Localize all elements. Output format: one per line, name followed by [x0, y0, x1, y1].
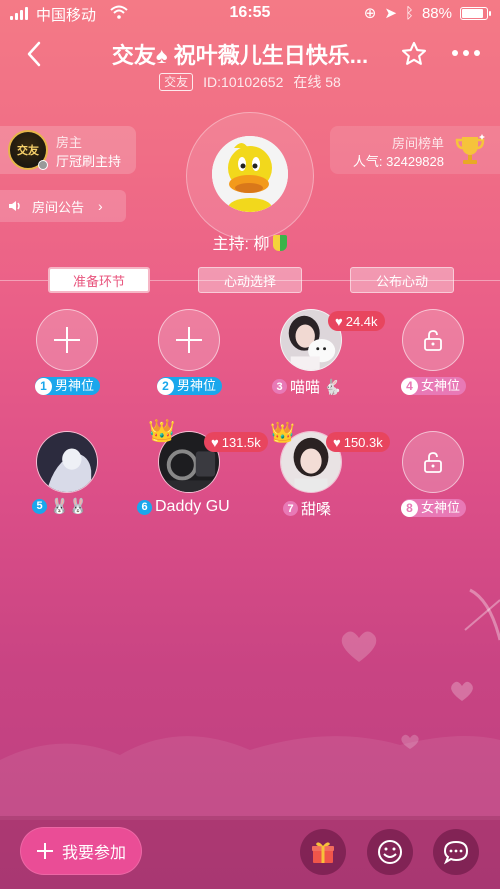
anime-avatar-image [37, 432, 97, 492]
seat-3-name: 喵喵 [290, 379, 321, 396]
notice-label: 房间公告 [32, 199, 85, 215]
room-info: 交友 ID:10102652 在线 58 [0, 72, 500, 92]
chat-bubble-icon [443, 840, 469, 865]
emoji-button[interactable] [367, 829, 413, 875]
room-id: ID:10102652 [203, 74, 284, 90]
join-button[interactable]: 我要参加 [20, 827, 142, 875]
unlock-icon [424, 452, 442, 473]
tab-reveal[interactable]: 公布心动 [350, 267, 454, 293]
trophy-icon[interactable] [452, 132, 488, 168]
seat-6-hearts: 131.5k [221, 434, 261, 450]
seat-8-pill: 8 女神位 [401, 499, 467, 517]
status-bar: 中国移动 16:55 ⊕ ➤ ᛒ 88% [0, 0, 500, 28]
back-icon[interactable] [24, 40, 46, 68]
seat-8-locked[interactable] [402, 431, 464, 493]
heart-icon: ♥ [333, 434, 341, 450]
background-decoration [0, 588, 500, 820]
seat-8-number: 8 [401, 499, 418, 517]
location-icon: ➤ [384, 5, 397, 22]
seat-5-number: 5 [32, 498, 47, 514]
duck-avatar-image [212, 136, 288, 212]
owner-role: 房主 [56, 135, 83, 150]
seat-4-locked[interactable] [402, 309, 464, 371]
crown-icon: 👑 [148, 418, 176, 443]
seat-3-hearts: 24.4k [345, 313, 378, 329]
battery-icon [460, 6, 491, 20]
heart-icon: ♥ [335, 313, 343, 329]
host-name: 主持: 柳 [212, 236, 270, 253]
seat-3-label: 3 喵喵 🐇 [272, 376, 342, 397]
owner-status-dot [38, 160, 48, 170]
owner-badge-text: 交友 [17, 145, 39, 157]
rabbit-icon: 🐇 [323, 378, 342, 396]
seat-4-role: 女神位 [421, 378, 461, 393]
seat-2-pill: 2 男神位 [157, 377, 223, 395]
seat-6-name: Daddy GU [155, 498, 230, 515]
tab-heart-choice[interactable]: 心动选择 [198, 267, 302, 293]
seat-7-label: 7 甜嗓 [283, 498, 331, 519]
bunny-emoji-icon: 🐰🐰 [50, 498, 88, 515]
seat-4-pill: 4 女神位 [401, 377, 467, 395]
rotation-lock-icon: ⊕ [363, 5, 377, 22]
ranking-label: 房间榜单 [391, 136, 444, 151]
seat-3-number: 3 [272, 379, 287, 394]
seat-2-role: 男神位 [177, 378, 217, 393]
host-avatar[interactable] [212, 136, 288, 212]
seat-7-name: 甜嗓 [301, 501, 332, 518]
gift-button[interactable] [300, 829, 346, 875]
favorite-star-icon[interactable] [400, 40, 428, 68]
seat-7-number: 7 [283, 501, 298, 516]
tab-prepare[interactable]: 准备环节 [48, 267, 150, 293]
chat-button[interactable] [433, 829, 479, 875]
more-options-icon[interactable] [452, 50, 480, 56]
seat-6-number: 6 [137, 499, 152, 515]
seat-5-label: 5 🐰🐰 [32, 497, 87, 515]
chevron-right-icon: › [98, 198, 103, 214]
owner-name: 厅冠刷主持 [56, 154, 122, 169]
join-label: 我要参加 [61, 845, 126, 862]
smiley-icon [378, 840, 402, 864]
seat-2-number: 2 [157, 377, 174, 395]
seat-3-hearts-badge: ♥ 24.4k [328, 311, 385, 331]
gift-icon [312, 842, 334, 863]
seat-2-empty[interactable] [158, 309, 220, 371]
speaker-icon [9, 201, 20, 211]
popularity-count: 人气: 32429828 [352, 154, 444, 169]
unlock-icon [424, 330, 442, 351]
seat-1-empty[interactable] [36, 309, 98, 371]
seat-1-role: 男神位 [55, 378, 95, 393]
plus-icon [36, 843, 53, 859]
seat-2-label: 2 男神位 [157, 377, 223, 395]
seat-4-label: 4 女神位 [401, 377, 467, 395]
online-count: 在线 58 [293, 74, 341, 90]
seat-4-number: 4 [401, 377, 418, 395]
seat-7-hearts-badge: ♥ 150.3k [326, 432, 390, 452]
seat-8-label: 8 女神位 [401, 499, 467, 517]
plus-icon [176, 327, 202, 353]
seat-6-label: 6 Daddy GU [137, 498, 230, 516]
bluetooth-icon: ᛒ [404, 4, 414, 22]
host-label: 主持: 柳 [0, 230, 500, 254]
seat-8-role: 女神位 [421, 500, 461, 515]
seat-1-number: 1 [35, 377, 52, 395]
seat-1-pill: 1 男神位 [35, 377, 101, 395]
seat-5-avatar[interactable] [36, 431, 98, 493]
plus-icon [54, 327, 80, 353]
seat-7-hearts: 150.3k [343, 434, 383, 450]
heart-icon: ♥ [211, 434, 219, 450]
room-type-tag: 交友 [159, 73, 194, 91]
crown-icon: 👑 [270, 422, 295, 444]
seat-6-hearts-badge: ♥ 131.5k [204, 432, 268, 452]
room-notice-button[interactable]: 房间公告 › [0, 190, 126, 222]
room-title: 交友♠ 祝叶薇儿生日快乐... [111, 43, 369, 68]
battery-percent: 88% [421, 4, 452, 22]
status-right: ⊕ ➤ ᛒ 88% [363, 4, 491, 22]
newbie-leaf-icon [273, 235, 288, 251]
seat-1-label: 1 男神位 [35, 377, 101, 395]
